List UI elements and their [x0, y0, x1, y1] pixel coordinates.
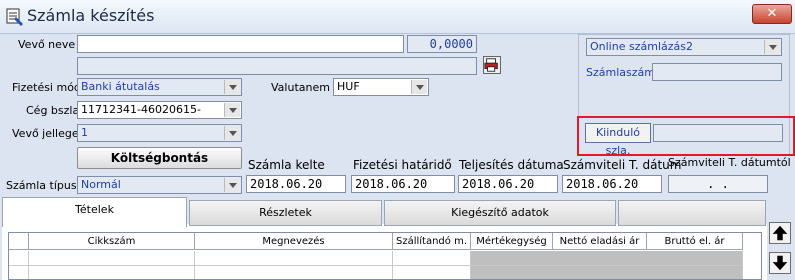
chevron-down-icon [224, 126, 240, 140]
column-header[interactable]: Megnevezés [195, 233, 393, 250]
currency-value: HUF [337, 80, 360, 93]
invoice-number-field [652, 63, 782, 81]
issued-invoice-field [653, 124, 783, 142]
column-header[interactable]: Bruttó el. ár [647, 233, 743, 250]
buyer-type-label: Vevő jellege [12, 127, 79, 140]
buyer-type-select[interactable]: 1 [77, 124, 242, 142]
column-header[interactable]: Mértékegység [471, 233, 553, 250]
arrow-down-icon [772, 255, 788, 271]
invoice-type-value: Normál [81, 178, 121, 191]
chevron-down-icon [224, 80, 240, 94]
invoice-number-label: Számlaszám [586, 66, 655, 79]
app-icon [6, 8, 23, 26]
column-header[interactable]: Cikkszám [29, 233, 195, 250]
table-row[interactable] [9, 266, 29, 279]
payment-method-value: Banki átutalás [81, 80, 160, 93]
currency-label: Valutanem [271, 81, 330, 94]
close-button[interactable]: ✕ [752, 4, 792, 24]
invoice-type-label: Számla típusa [6, 179, 84, 192]
issue-date-input[interactable]: 2018.06.20 [246, 175, 346, 193]
table-cell[interactable] [393, 251, 471, 266]
tab-items[interactable]: Tételek [2, 197, 187, 227]
chevron-down-icon [224, 178, 240, 192]
payment-method-label: Fizetési mód [12, 81, 81, 94]
due-date-label: Fizetési határidő [353, 158, 452, 172]
tab-details[interactable]: Részletek [189, 200, 382, 226]
online-invoicing-select[interactable]: Online számlázás2 [586, 38, 782, 56]
chevron-down-icon [764, 40, 780, 54]
table-cell[interactable] [29, 266, 195, 279]
table-cell-readonly [471, 251, 743, 266]
fulfillment-date-label: Teljesítés dátuma [459, 158, 564, 172]
items-table[interactable]: Cikkszám Megnevezés Szállítandó m. Mérté… [8, 232, 762, 280]
table-cell[interactable] [29, 251, 195, 266]
buyer-name-input[interactable] [77, 35, 404, 53]
accounting-date-from-input[interactable]: . . [668, 175, 768, 193]
currency-select[interactable]: HUF [333, 78, 429, 96]
company-account-label: Cég bszla [26, 104, 80, 117]
accounting-date-input[interactable]: 2018.06.20 [562, 175, 662, 193]
chevron-down-icon [411, 80, 427, 94]
printer-icon[interactable] [483, 56, 501, 74]
issue-date-label: Számla kelte [248, 158, 325, 172]
move-down-button[interactable] [769, 252, 791, 274]
accounting-date-from-label: Számviteli T. dátumtól [668, 156, 791, 169]
table-cell-readonly [471, 266, 743, 279]
column-header[interactable]: Szállítandó m. [393, 233, 471, 250]
tab-additional-data[interactable]: Kiegészítő adatok [384, 200, 616, 226]
row-header-corner [9, 233, 29, 250]
arrow-up-icon [772, 225, 788, 241]
buyer-address-field [77, 57, 477, 75]
buyer-name-label: Vevő neve [18, 38, 76, 51]
column-header[interactable]: Nettó eladási ár [553, 233, 647, 250]
accounting-date-label: Számviteli T. dátum [563, 158, 682, 172]
window-title: Számla készítés [27, 6, 155, 25]
company-account-value: 11712341-46020615- [81, 103, 201, 116]
fulfillment-date-input[interactable]: 2018.06.20 [458, 175, 558, 193]
online-invoicing-value: Online számlázás2 [590, 40, 693, 53]
company-account-select[interactable]: 11712341-46020615- [77, 101, 242, 119]
table-row[interactable] [9, 251, 29, 266]
table-cell[interactable] [393, 266, 471, 279]
invoice-type-select[interactable]: Normál [77, 176, 242, 194]
due-date-input[interactable]: 2018.06.20 [351, 175, 455, 193]
table-cell[interactable] [195, 251, 393, 266]
table-cell[interactable] [195, 266, 393, 279]
buyer-amount-field: 0,0000 [407, 35, 477, 53]
issued-invoice-button[interactable]: Kiinduló szla. [585, 123, 651, 157]
buyer-type-value: 1 [81, 126, 88, 139]
payment-method-select[interactable]: Banki átutalás [77, 78, 242, 96]
chevron-down-icon [224, 103, 240, 117]
tab-empty[interactable] [618, 200, 766, 226]
cost-split-button[interactable]: Költségbontás [77, 147, 242, 169]
move-up-button[interactable] [769, 222, 791, 244]
